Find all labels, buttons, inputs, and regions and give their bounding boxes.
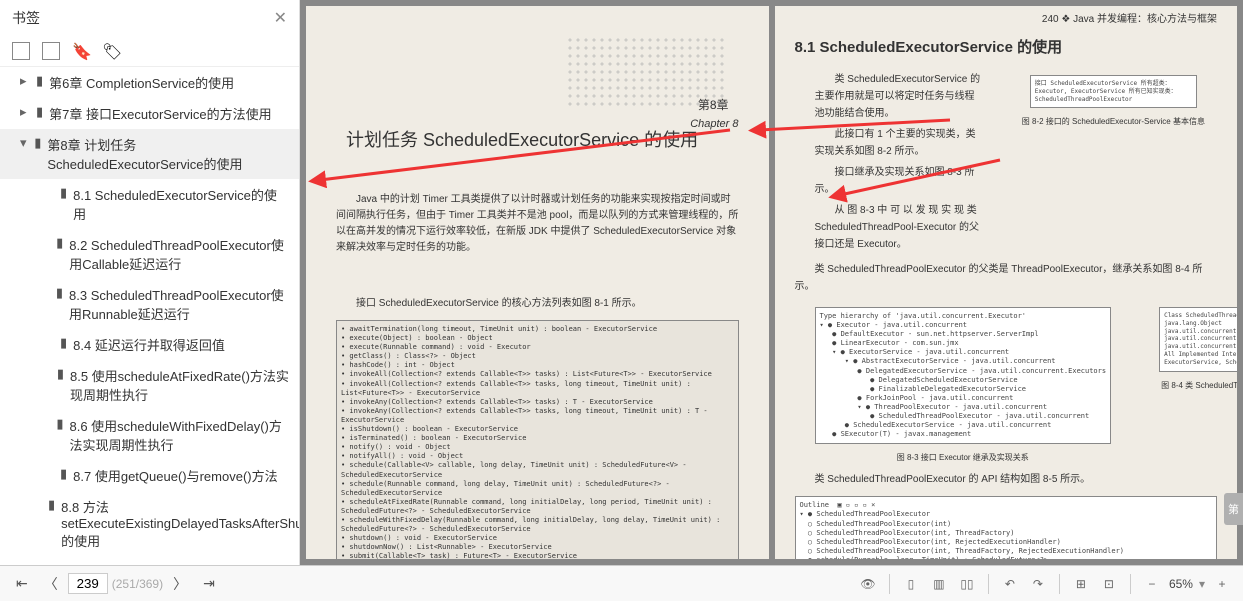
document-viewer[interactable]: 第8章 Chapter 8 计划任务 ScheduledExecutorServ… xyxy=(300,0,1243,565)
toc-list: ▸▮第6章 CompletionService的使用▸▮第7章 接口Execut… xyxy=(0,67,299,565)
fit-page-icon[interactable]: ⊡ xyxy=(1098,573,1120,595)
zoom-out-icon[interactable]: − xyxy=(1141,573,1163,595)
zoom-level[interactable]: 65% xyxy=(1169,577,1193,591)
toc-label: 第8章 计划任务ScheduledExecutorService的使用 xyxy=(47,135,289,173)
toc-label: 8.1 ScheduledExecutorService的使用 xyxy=(73,185,289,223)
continuous-icon[interactable]: ▥ xyxy=(928,573,950,595)
figure-8-5-box: Outline ▣ ▫ ▫ ▫ × ▾ ● ScheduledThreadPoo… xyxy=(795,496,1218,559)
p4: 从 图 8-3 中 可 以 发 现 实 现 类 ScheduledThreadP… xyxy=(815,202,982,253)
toc-label: 第7章 接口ExecutorService的方法使用 xyxy=(49,104,272,123)
toc-item-5[interactable]: ▮ 8.3 ScheduledThreadPoolExecutor使用Runnab… xyxy=(0,279,299,329)
expand-icon[interactable]: ▸ xyxy=(20,73,32,89)
sb-tool-1[interactable] xyxy=(12,42,30,60)
fit-width-icon[interactable]: ⊞ xyxy=(1070,573,1092,595)
figure-8-2-caption: 图 8-2 接口的 ScheduledExecutor-Service 基本信息 xyxy=(1010,116,1217,127)
toc-item-11[interactable]: ▮8.9 方法setContinueExistingPeriodicTasksA… xyxy=(0,556,299,565)
figure-8-1-box: • awaitTermination(long timeout, TimeUni… xyxy=(336,320,739,559)
figure-8-2-box: 接口 ScheduledExecutorService 所有超类： Execut… xyxy=(1030,75,1197,108)
page-header: 240 ❖ Java 并发编程：核心方法与框架 xyxy=(1042,10,1217,25)
bookmark-icon: ▮ xyxy=(34,135,41,151)
p3: 接口继承及实现关系如图 8-3 所示。 xyxy=(815,164,982,198)
toc-item-6[interactable]: ▮ 8.4 延迟运行并取得返回值 xyxy=(0,329,299,360)
last-page-button[interactable]: 第 xyxy=(1224,493,1243,525)
single-page-icon[interactable]: ▯ xyxy=(900,573,922,595)
next-page-button[interactable]: 〉 xyxy=(167,570,193,598)
bottom-toolbar: ⇤ 〈 (251/369) 〉 ⇥ 👁 ▯ ▥ ▯▯ ↶ ↷ ⊞ ⊡ − 65%… xyxy=(0,565,1243,601)
bookmark-sidebar: 书签 ✕ 🔖 🏷 ▸▮第6章 CompletionService的使用▸▮第7章… xyxy=(0,0,300,565)
page-right: 240 ❖ Java 并发编程：核心方法与框架 8.1 ScheduledExe… xyxy=(775,6,1238,559)
prev-page-button[interactable]: 〈 xyxy=(38,570,64,598)
section-8-1-title: 8.1 ScheduledExecutorService 的使用 xyxy=(795,36,1238,57)
first-page-button[interactable]: ⇤ xyxy=(10,571,34,596)
close-icon[interactable]: ✕ xyxy=(274,8,287,28)
zoom-in-icon[interactable]: + xyxy=(1211,573,1233,595)
bookmark-icon: ▮ xyxy=(60,335,67,351)
sidebar-toolbar: 🔖 🏷 xyxy=(0,36,299,67)
paragraph-2: 接口 ScheduledExecutorService 的核心方法列表如图 8-… xyxy=(336,296,739,312)
bookmark-icon[interactable]: 🔖 xyxy=(72,42,90,60)
toc-label: 8.5 使用scheduleAtFixedRate()方法实现周期性执行 xyxy=(70,366,289,404)
bookmark-icon: ▮ xyxy=(56,235,63,251)
chapter-script: Chapter 8 xyxy=(690,118,738,130)
toc-item-2[interactable]: ▾▮ 第8章 计划任务ScheduledExecutorService的使用 xyxy=(0,129,299,179)
last-page-toolbar-button[interactable]: ⇥ xyxy=(197,571,221,596)
sb-tool-2[interactable] xyxy=(42,42,60,60)
page-input[interactable] xyxy=(68,573,108,594)
p5: 类 ScheduledThreadPoolExecutor 的父类是 Threa… xyxy=(795,261,1218,295)
p2: 此接口有 1 个主要的实现类，类实现关系如图 8-2 所示。 xyxy=(815,126,982,160)
expand-icon[interactable]: ▾ xyxy=(20,135,30,151)
toc-label: 8.2 ScheduledThreadPoolExecutor使用Callabl… xyxy=(69,235,289,273)
toc-item-4[interactable]: ▮ 8.2 ScheduledThreadPoolExecutor使用Callab… xyxy=(0,229,299,279)
expand-icon[interactable]: ▸ xyxy=(20,104,32,120)
bookmark-icon: ▮ xyxy=(36,104,43,120)
two-page-icon[interactable]: ▯▯ xyxy=(956,573,978,595)
bookmark-icon: ▮ xyxy=(36,73,43,89)
rotate-left-icon[interactable]: ↶ xyxy=(999,573,1021,595)
rotate-right-icon[interactable]: ↷ xyxy=(1027,573,1049,595)
toc-label: 8.3 ScheduledThreadPoolExecutor使用Runnabl… xyxy=(69,285,289,323)
figure-8-4-box: Class ScheduledThreadPoolExecutor java.l… xyxy=(1159,307,1237,372)
toc-item-1[interactable]: ▸▮ 第7章 接口ExecutorService的方法使用 xyxy=(0,98,299,129)
view-mode-icon[interactable]: 👁 xyxy=(857,573,879,595)
figure-8-3-caption: 图 8-3 接口 Executor 继承及实现关系 xyxy=(795,452,1132,463)
toc-label: 8.6 使用scheduleWithFixedDelay()方法实现周期性执行 xyxy=(69,416,289,454)
page-total: (251/369) xyxy=(112,577,163,591)
bookmark-icon: ▮ xyxy=(57,366,64,382)
toc-item-10[interactable]: ▮ 8.8 方法setExecuteExistingDelayedTasksAft… xyxy=(0,491,299,556)
page-left: 第8章 Chapter 8 计划任务 ScheduledExecutorServ… xyxy=(306,6,769,559)
toc-item-3[interactable]: ▮ 8.1 ScheduledExecutorService的使用 xyxy=(0,179,299,229)
figure-8-3-box: Type hierarchy of 'java.util.concurrent.… xyxy=(815,307,1112,444)
toc-item-9[interactable]: ▮ 8.7 使用getQueue()与remove()方法 xyxy=(0,460,299,491)
paragraph-1: Java 中的计划 Timer 工具类提供了以计时器或计划任务的功能来实现按指定… xyxy=(336,192,739,256)
toc-item-0[interactable]: ▸▮ 第6章 CompletionService的使用 xyxy=(0,67,299,98)
toc-item-7[interactable]: ▮ 8.5 使用scheduleAtFixedRate()方法实现周期性执行 xyxy=(0,360,299,410)
bookmark-icon: ▮ xyxy=(48,497,55,513)
toc-label: 8.7 使用getQueue()与remove()方法 xyxy=(73,466,277,485)
toc-label: 8.8 方法setExecuteExistingDelayedTasksAfte… xyxy=(61,497,299,550)
toc-label: 第6章 CompletionService的使用 xyxy=(49,73,234,92)
toc-item-8[interactable]: ▮ 8.6 使用scheduleWithFixedDelay()方法实现周期性执行 xyxy=(0,410,299,460)
p6: 类 ScheduledThreadPoolExecutor 的 API 结构如图… xyxy=(795,471,1218,488)
bookmark-icon: ▮ xyxy=(56,285,63,301)
bookmark-icon: ▮ xyxy=(56,416,63,432)
bookmark-icon: ▮ xyxy=(60,466,67,482)
sidebar-title: 书签 xyxy=(12,8,40,28)
figure-8-4-caption: 图 8-4 类 ScheduledThreadPoolExecutor 继承关系 xyxy=(1139,380,1237,391)
bookmark-outline-icon[interactable]: 🏷 xyxy=(102,42,120,60)
toc-label: 8.4 延迟运行并取得返回值 xyxy=(73,335,225,354)
bookmark-icon: ▮ xyxy=(60,185,67,201)
p1: 类 ScheduledExecutorService 的主要作用就是可以将定时任… xyxy=(815,71,982,122)
chapter-number: 第8章 xyxy=(698,96,729,113)
